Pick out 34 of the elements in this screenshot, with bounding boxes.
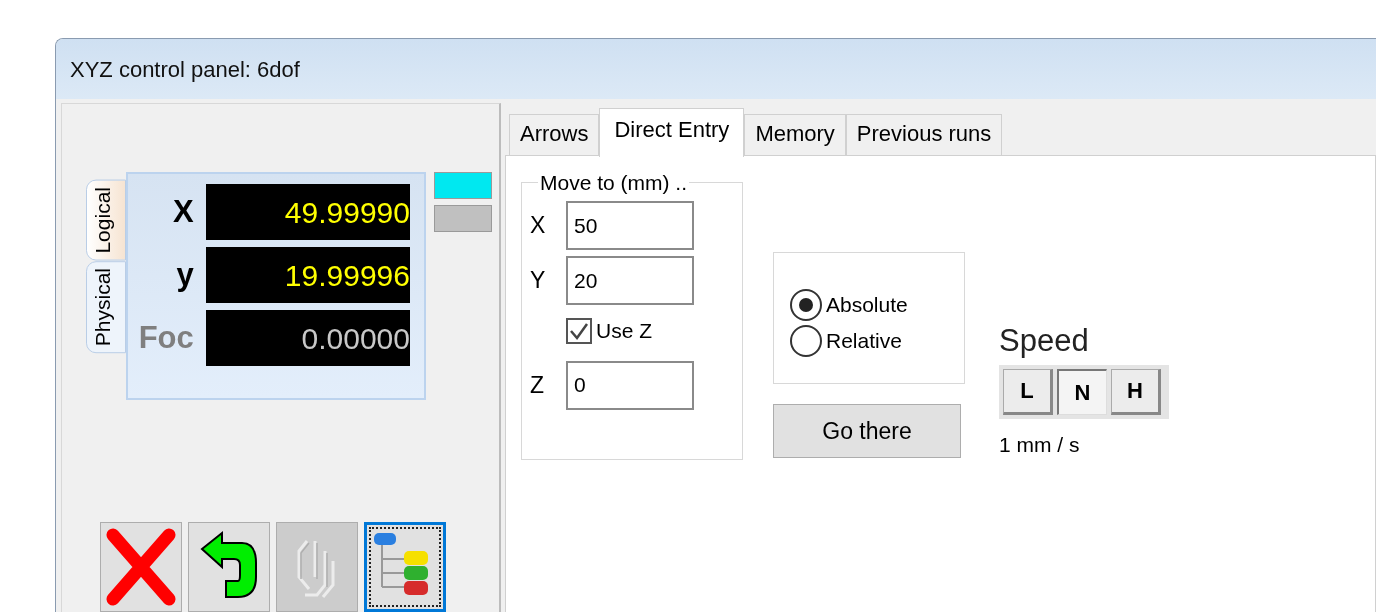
input-field[interactable]: 50 — [566, 201, 694, 250]
speed-label: Speed — [999, 322, 1090, 360]
input-field[interactable]: 0 — [566, 360, 694, 410]
axis-label: y — [175, 255, 194, 294]
field-label: X — [530, 211, 547, 241]
tab[interactable]: Previous runs — [845, 113, 1003, 155]
axis-readout: 0.00000 — [205, 310, 410, 366]
go-there-button[interactable]: Go there — [773, 404, 961, 458]
input-field[interactable]: 20 — [566, 256, 694, 305]
radio-label: Relative — [826, 328, 902, 355]
toolbar-button[interactable] — [364, 522, 446, 612]
window-title: XYZ control panel: 6dof — [70, 55, 300, 84]
side-tab[interactable]: Physical — [86, 260, 126, 353]
radio-button[interactable] — [790, 289, 822, 321]
axis-readout: 49.99990 — [205, 184, 410, 240]
checkbox[interactable] — [566, 317, 592, 344]
axis-label: X — [172, 192, 194, 231]
tab[interactable]: Direct Entry — [599, 107, 745, 157]
toolbar-button[interactable] — [188, 522, 270, 612]
speed-button[interactable]: L — [1003, 368, 1053, 415]
tab[interactable]: Memory — [744, 113, 846, 155]
field-label: Z — [530, 370, 546, 400]
speed-reading: 1 mm / s — [999, 431, 1081, 458]
tab[interactable]: Arrows — [509, 113, 600, 155]
side-tab[interactable]: Logical — [86, 180, 126, 261]
radio-button[interactable] — [790, 325, 822, 357]
speed-button[interactable]: N — [1057, 368, 1107, 415]
axis-readout: 19.99996 — [205, 247, 410, 303]
field-label: Y — [530, 266, 547, 296]
checkbox-label: Use Z — [596, 318, 652, 344]
speed-button[interactable]: H — [1111, 368, 1161, 415]
cross-icon — [105, 527, 177, 607]
radio-label: Absolute — [826, 292, 908, 319]
axis-label: Foc — [137, 318, 194, 357]
